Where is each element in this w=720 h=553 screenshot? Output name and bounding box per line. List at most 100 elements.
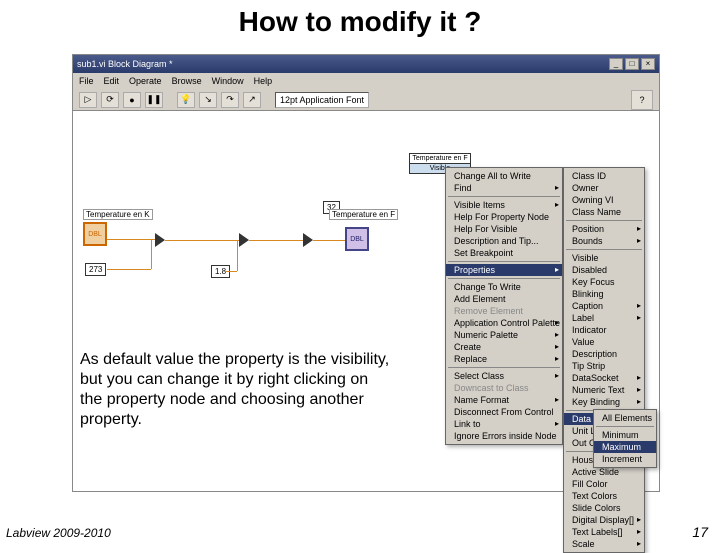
footer-left: Labview 2009-2010 — [6, 526, 111, 540]
block-diagram-canvas[interactable]: Temperature en F Visible Temperature en … — [73, 111, 659, 491]
ctx-sep — [448, 196, 560, 197]
menubar: File Edit Operate Browse Window Help — [73, 73, 659, 89]
ctx-select-class[interactable]: Select Class — [446, 370, 562, 382]
add-node[interactable] — [303, 233, 313, 247]
step-into-button[interactable]: ↘ — [199, 92, 217, 108]
ctx-prop-caption[interactable]: Caption — [564, 300, 644, 312]
ctx-prop-label[interactable]: Label — [564, 312, 644, 324]
ctx-remove-element: Remove Element — [446, 305, 562, 317]
wire — [237, 240, 238, 271]
ctx-sep — [596, 426, 654, 427]
highlight-button[interactable]: 💡 — [177, 92, 195, 108]
multiply-node[interactable] — [239, 233, 249, 247]
ctx-prop-tip-strip[interactable]: Tip Strip — [564, 360, 644, 372]
minimize-button[interactable]: _ — [609, 58, 623, 70]
ctx-prop-visible[interactable]: Visible — [564, 252, 644, 264]
ctx-prop-owner[interactable]: Owner — [564, 182, 644, 194]
slide-title: How to modify it ? — [0, 6, 720, 38]
wire — [107, 239, 155, 240]
menu-window[interactable]: Window — [212, 76, 244, 86]
ctx-prop-indicator[interactable]: Indicator — [564, 324, 644, 336]
ctx-change-all-write[interactable]: Change All to Write — [446, 170, 562, 182]
ctx-app-palette[interactable]: Application Control Palette — [446, 317, 562, 329]
ctx-replace[interactable]: Replace — [446, 353, 562, 365]
ctx-help-node[interactable]: Help For Property Node — [446, 211, 562, 223]
const-273[interactable]: 273 — [85, 263, 106, 276]
pause-button[interactable]: ❚❚ — [145, 92, 163, 108]
ctx-range-maximum[interactable]: Maximum — [594, 441, 656, 453]
menu-operate[interactable]: Operate — [129, 76, 162, 86]
ctx-visible-items[interactable]: Visible Items — [446, 199, 562, 211]
ctx-prop-text-labels-[interactable]: Text Labels[] — [564, 526, 644, 538]
ctx-prop-key-binding[interactable]: Key Binding — [564, 396, 644, 408]
step-over-button[interactable]: ↷ — [221, 92, 239, 108]
ctx-prop-class-id[interactable]: Class ID — [564, 170, 644, 182]
wire — [107, 269, 151, 270]
toolbar: ▷ ⟳ ● ❚❚ 💡 ↘ ↷ ↗ 12pt Application Font ? — [73, 89, 659, 111]
ctx-range-increment[interactable]: Increment — [594, 453, 656, 465]
ctx-prop-datasocket[interactable]: DataSocket — [564, 372, 644, 384]
context-submenu-datarange: All Elements MinimumMaximumIncrement — [593, 409, 657, 468]
ctx-prop-fill-color[interactable]: Fill Color — [564, 478, 644, 490]
ctx-properties[interactable]: Properties — [446, 264, 562, 276]
ctx-add-element[interactable]: Add Element — [446, 293, 562, 305]
label-temp-k: Temperature en K — [83, 209, 153, 220]
ctx-prop-blinking[interactable]: Blinking — [564, 288, 644, 300]
ctx-range-minimum[interactable]: Minimum — [594, 429, 656, 441]
run-cont-button[interactable]: ⟳ — [101, 92, 119, 108]
subtract-node[interactable] — [155, 233, 165, 247]
ctx-find[interactable]: Find — [446, 182, 562, 194]
wire — [313, 240, 345, 241]
ctx-prop-value[interactable]: Value — [564, 336, 644, 348]
ctx-numeric-palette[interactable]: Numeric Palette — [446, 329, 562, 341]
ctx-prop-owning-vi[interactable]: Owning VI — [564, 194, 644, 206]
ctx-breakpoint[interactable]: Set Breakpoint — [446, 247, 562, 259]
indicator-temp-f[interactable]: DBL — [345, 227, 369, 251]
abort-button[interactable]: ● — [123, 92, 141, 108]
control-temp-k[interactable]: DBL — [83, 222, 107, 246]
ctx-sep — [566, 220, 642, 221]
label-temp-f: Temperature en F — [329, 209, 398, 220]
menu-file[interactable]: File — [79, 76, 94, 86]
ctx-downcast: Downcast to Class — [446, 382, 562, 394]
step-out-button[interactable]: ↗ — [243, 92, 261, 108]
ctx-prop-digital-display-[interactable]: Digital Display[] — [564, 514, 644, 526]
run-button[interactable]: ▷ — [79, 92, 97, 108]
footer-page-number: 17 — [692, 524, 708, 540]
ctx-link-to[interactable]: Link to — [446, 418, 562, 430]
menu-help[interactable]: Help — [254, 76, 273, 86]
font-combo[interactable]: 12pt Application Font — [275, 92, 369, 108]
ctx-ignore-errors[interactable]: Ignore Errors inside Node — [446, 430, 562, 442]
wire — [225, 271, 237, 272]
ctx-range-all-elements[interactable]: All Elements — [594, 412, 656, 424]
ctx-change-write[interactable]: Change To Write — [446, 281, 562, 293]
ctx-prop-description[interactable]: Description — [564, 348, 644, 360]
ctx-prop-slide-colors[interactable]: Slide Colors — [564, 502, 644, 514]
ctx-sep — [448, 367, 560, 368]
menu-edit[interactable]: Edit — [104, 76, 120, 86]
ctx-prop-disabled[interactable]: Disabled — [564, 264, 644, 276]
ctx-prop-numeric-text[interactable]: Numeric Text — [564, 384, 644, 396]
ctx-description[interactable]: Description and Tip... — [446, 235, 562, 247]
ctx-prop-class-name[interactable]: Class Name — [564, 206, 644, 218]
ctx-sep — [448, 261, 560, 262]
context-submenu-properties: Class IDOwnerOwning VIClass Name Position… — [563, 167, 645, 553]
ctx-help-visible[interactable]: Help For Visible — [446, 223, 562, 235]
menu-browse[interactable]: Browse — [172, 76, 202, 86]
ctx-prop-position[interactable]: Position — [564, 223, 644, 235]
ctx-prop-bounds[interactable]: Bounds — [564, 235, 644, 247]
ctx-prop-text-colors[interactable]: Text Colors — [564, 490, 644, 502]
ctx-disconnect[interactable]: Disconnect From Control — [446, 406, 562, 418]
ctx-sep — [448, 278, 560, 279]
ctx-create[interactable]: Create — [446, 341, 562, 353]
context-help-icon[interactable]: ? — [631, 90, 653, 110]
wire — [249, 240, 303, 241]
ctx-name-format[interactable]: Name Format — [446, 394, 562, 406]
context-menu-main: Change All to Write Find Visible Items H… — [445, 167, 563, 445]
titlebar: sub1.vi Block Diagram * _ □ × — [73, 55, 659, 73]
ctx-prop-key-focus[interactable]: Key Focus — [564, 276, 644, 288]
close-button[interactable]: × — [641, 58, 655, 70]
window-title: sub1.vi Block Diagram * — [77, 59, 609, 69]
wire — [151, 239, 152, 269]
maximize-button[interactable]: □ — [625, 58, 639, 70]
